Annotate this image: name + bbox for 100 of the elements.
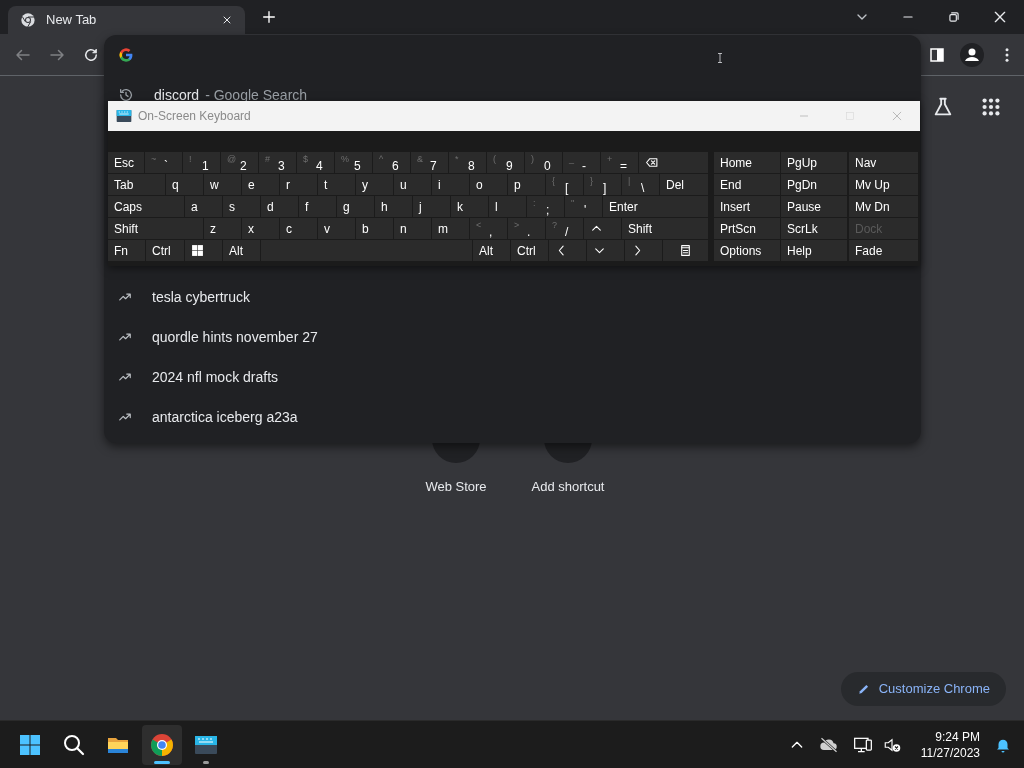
keyboard-key[interactable]: * 8 [449, 152, 486, 173]
keyboard-key[interactable]: Fn [108, 240, 145, 261]
keyboard-key[interactable]: k [451, 196, 488, 217]
keyboard-key[interactable]: } ] [584, 174, 621, 195]
shift-character: # [265, 155, 270, 164]
close-icon[interactable] [221, 14, 233, 26]
keyboard-key[interactable]: x [242, 218, 279, 239]
keyboard-key[interactable]: % 5 [335, 152, 372, 173]
browser-tab[interactable]: New Tab [8, 6, 245, 34]
keyboard-key[interactable]: i [432, 174, 469, 195]
profile-icon[interactable] [960, 42, 984, 67]
keyboard-key[interactable]: j [413, 196, 450, 217]
customize-chrome-button[interactable]: Customize Chrome [840, 672, 1006, 706]
google-icon [118, 47, 134, 63]
keyboard-key[interactable]: Shift [622, 218, 708, 239]
keyboard-key[interactable]: _ - [563, 152, 600, 173]
shift-character: $ [303, 155, 308, 164]
keyboard-key[interactable]: # 3 [259, 152, 296, 173]
suggestion-row[interactable]: 2024 nfl mock drafts [104, 357, 921, 397]
key-character: ' [584, 204, 587, 216]
keyboard-key[interactable]: y [356, 174, 393, 195]
keyboard-key[interactable] [639, 152, 708, 173]
keyboard-key[interactable]: $ 4 [297, 152, 334, 173]
keyboard-key[interactable]: Nav [849, 152, 918, 173]
key-character: = [620, 160, 627, 172]
keyboard-key[interactable]: ~ ` [145, 152, 182, 173]
keyboard-key[interactable]: End [714, 174, 780, 195]
keyboard-key[interactable]: u [394, 174, 431, 195]
keyboard-key[interactable]: ScrLk [781, 218, 847, 239]
keyboard-key[interactable]: v [318, 218, 355, 239]
suggestion-row[interactable]: antarctica iceberg a23a [104, 397, 921, 437]
keyboard-key[interactable]: h [375, 196, 412, 217]
keyboard-key[interactable]: z [204, 218, 241, 239]
keyboard-key[interactable]: " ' [565, 196, 602, 217]
keyboard-key[interactable]: l [489, 196, 526, 217]
keyboard-key[interactable]: { [ [546, 174, 583, 195]
keyboard-key[interactable]: c [280, 218, 317, 239]
keyboard-key[interactable]: b [356, 218, 393, 239]
keyboard-key[interactable] [185, 240, 222, 261]
clock[interactable]: 9:24 PM 11/27/2023 [920, 728, 980, 761]
keyboard-key[interactable]: > . [508, 218, 545, 239]
keyboard-key[interactable]: t [318, 174, 355, 195]
keyboard-key[interactable]: ^ 6 [373, 152, 410, 173]
keyboard-key[interactable]: m [432, 218, 469, 239]
keyboard-key[interactable]: Home [714, 152, 780, 173]
keyboard-key[interactable]: PgDn [781, 174, 847, 195]
keyboard-key[interactable]: d [261, 196, 298, 217]
apps-grid-icon[interactable] [980, 96, 1002, 118]
keyboard-key[interactable]: ? / [546, 218, 583, 239]
keyboard-key[interactable]: o [470, 174, 507, 195]
keyboard-key[interactable]: Mv Up [849, 174, 918, 195]
keyboard-key[interactable]: Enter [603, 196, 708, 217]
close-icon[interactable] [992, 9, 1008, 25]
keyboard-key[interactable]: Esc [108, 152, 144, 173]
keyboard-key[interactable]: e [242, 174, 279, 195]
keyboard-key[interactable]: n [394, 218, 431, 239]
flask-icon[interactable] [932, 96, 954, 118]
restore-icon[interactable] [947, 10, 961, 24]
keyboard-key[interactable]: < , [470, 218, 507, 239]
keyboard-key[interactable]: Del [660, 174, 708, 195]
keyboard-key[interactable]: + = [601, 152, 638, 173]
keyboard-key[interactable]: Options [714, 240, 780, 261]
keyboard-key[interactable]: | \ [622, 174, 659, 195]
keyboard-key[interactable]: Ctrl [511, 240, 548, 261]
key-character: [ [565, 182, 569, 194]
keyboard-key[interactable]: & 7 [411, 152, 448, 173]
suggestion-row[interactable]: quordle hints november 27 [104, 317, 921, 357]
keyboard-key[interactable]: s [223, 196, 260, 217]
keyboard-key[interactable]: ! 1 [183, 152, 220, 173]
keyboard-key[interactable]: Fade [849, 240, 918, 261]
keyboard-key[interactable]: Tab [108, 174, 165, 195]
keyboard-key[interactable]: Caps [108, 196, 184, 217]
shift-character: ^ [379, 155, 384, 164]
keyboard-key[interactable]: ) 0 [525, 152, 562, 173]
keyboard-key[interactable]: g [337, 196, 374, 217]
keyboard-key[interactable]: ( 9 [487, 152, 524, 173]
keyboard-key[interactable]: PrtScn [714, 218, 780, 239]
keyboard-key[interactable]: Shift [108, 218, 203, 239]
shift-character: { [552, 177, 555, 186]
keyboard-key[interactable]: PgUp [781, 152, 847, 173]
keyboard-key[interactable]: Insert [714, 196, 780, 217]
keyboard-key[interactable]: @ 2 [221, 152, 258, 173]
side-panel-icon[interactable] [928, 45, 946, 64]
keyboard-key[interactable] [663, 240, 708, 261]
keyboard-key[interactable]: f [299, 196, 336, 217]
keyboard-key[interactable]: Pause [781, 196, 847, 217]
keyboard-key[interactable]: r [280, 174, 317, 195]
keyboard-key[interactable]: q [166, 174, 203, 195]
keyboard-key[interactable]: Help [781, 240, 847, 261]
new-tab-icon[interactable] [261, 9, 277, 25]
keyboard-key[interactable]: Alt [223, 240, 260, 261]
keyboard-key[interactable]: Mv Dn [849, 196, 918, 217]
keyboard-key[interactable]: w [204, 174, 241, 195]
taskbar-app[interactable] [142, 724, 182, 765]
keyboard-key[interactable]: Alt [473, 240, 510, 261]
keyboard-key[interactable]: Ctrl [146, 240, 184, 261]
keyboard-key[interactable]: : ; [527, 196, 564, 217]
keyboard-key[interactable]: p [508, 174, 545, 195]
suggestion-row[interactable]: tesla cybertruck [104, 277, 921, 317]
keyboard-key[interactable]: a [185, 196, 222, 217]
